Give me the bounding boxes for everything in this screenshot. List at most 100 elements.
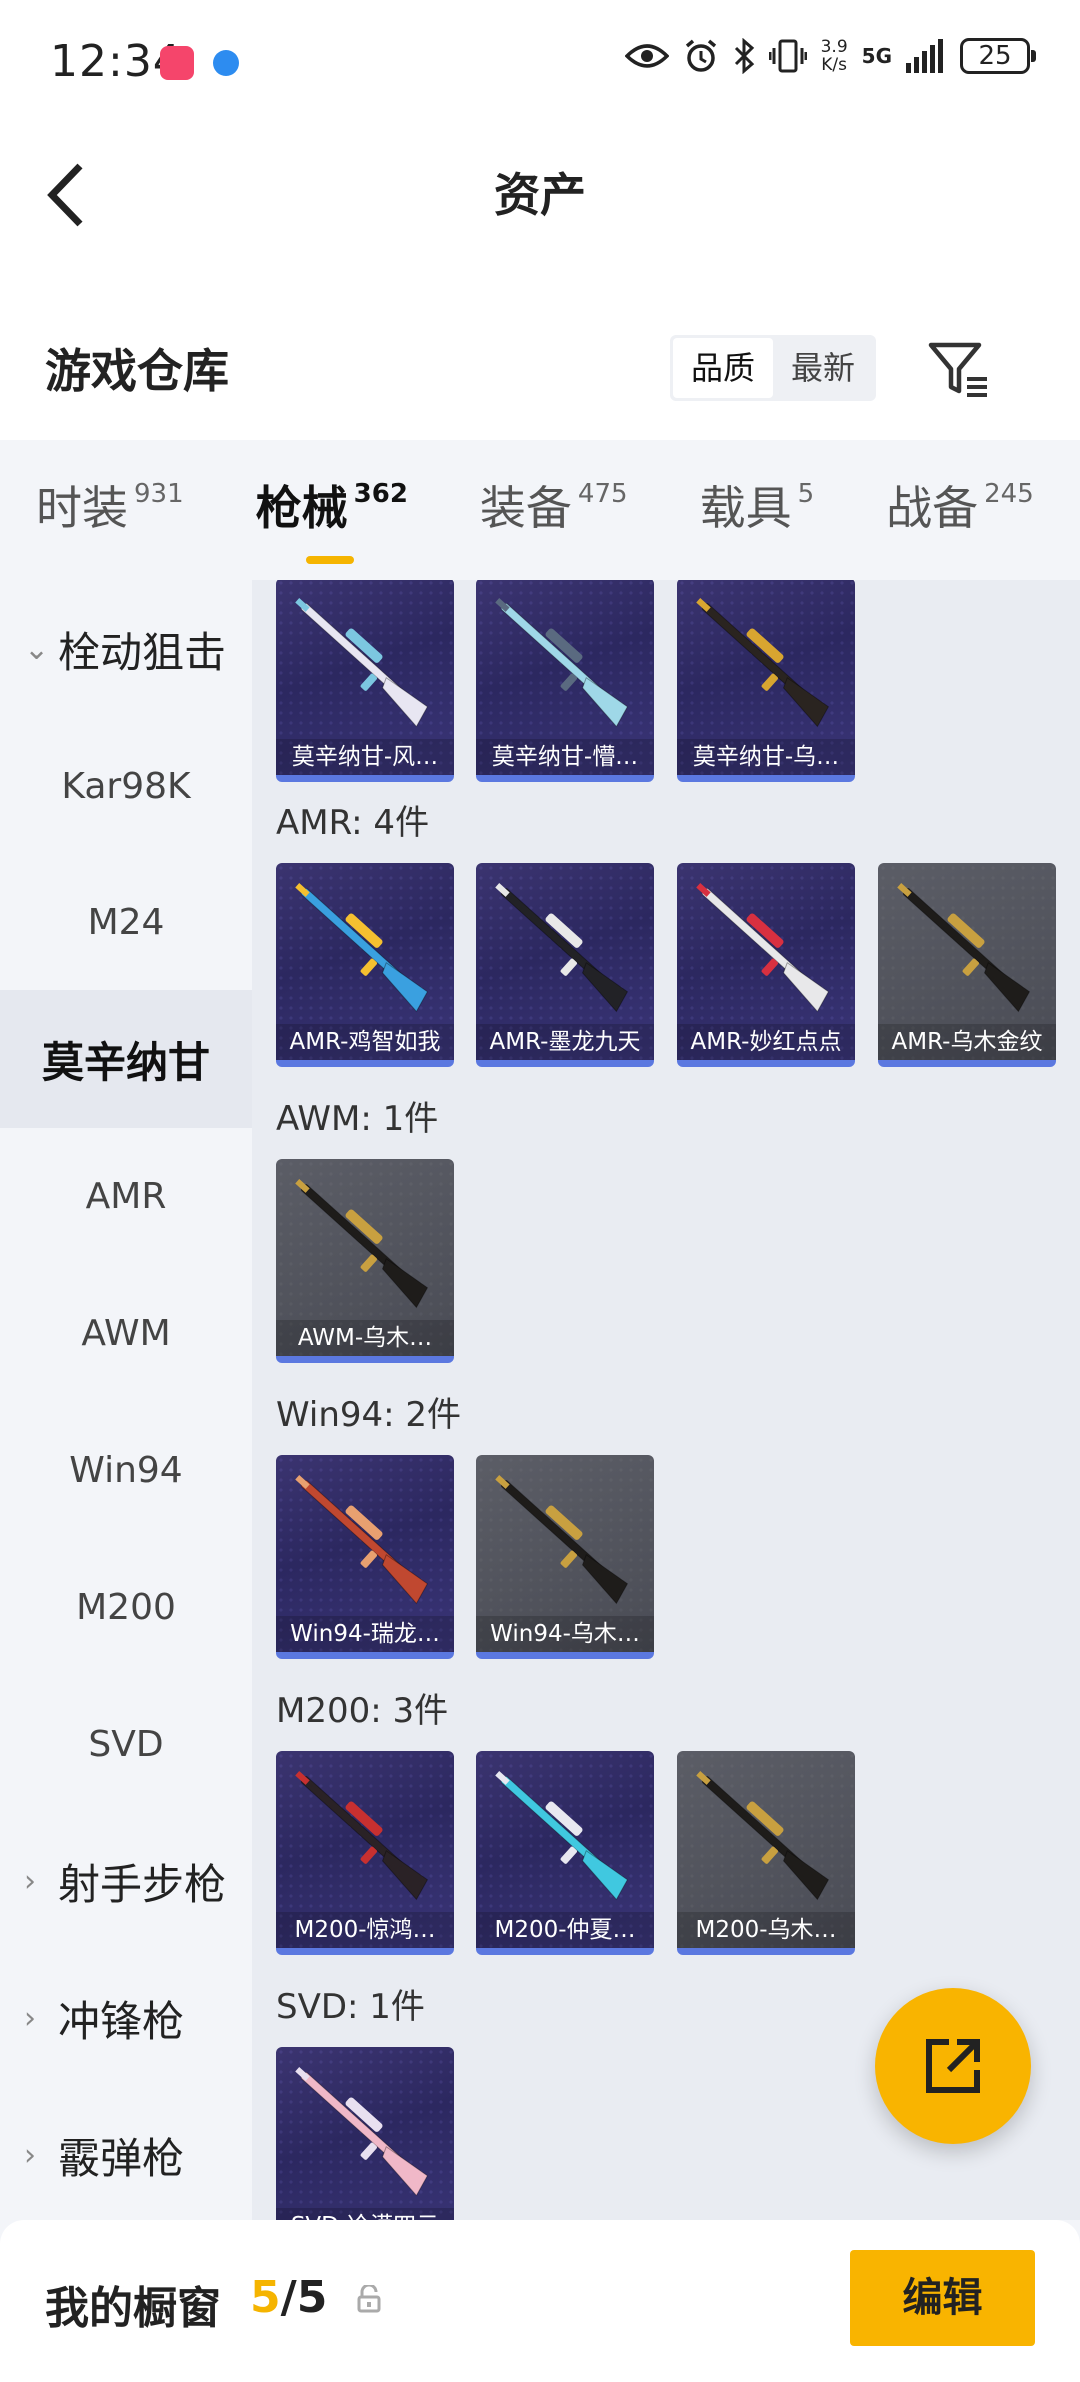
weapon-name: 莫辛纳甘-懵… (476, 739, 654, 775)
weapon-card[interactable]: Win94-乌木… (476, 1455, 654, 1659)
tab-fashion[interactable]: 时装 931 (36, 440, 184, 580)
sidebar-group[interactable]: › 冲锋枪 (0, 1949, 252, 2087)
rifle-icon (696, 1771, 830, 1901)
chevron-down-icon: ⌄ (24, 631, 50, 667)
rifle-icon (495, 598, 629, 728)
net-speed: 3.9 K/s (820, 37, 848, 75)
sidebar-item[interactable]: AWM (0, 1264, 252, 1402)
sidebar-item-label: M24 (87, 901, 165, 943)
weapon-card[interactable]: AMR-乌木金纹 (878, 863, 1056, 1067)
weapon-grid: 莫辛纳甘-风… 莫辛纳甘-懵… 莫辛纳甘-乌… AMR: 4件 AMR-鸡智如我 AMR-… (252, 580, 1080, 2220)
warehouse-header: 游戏仓库 品质 最新 (0, 295, 1080, 440)
sidebar-item-label: M200 (76, 1586, 176, 1628)
weapon-name: 莫辛纳甘-风… (276, 739, 454, 775)
rifle-icon (495, 1771, 629, 1901)
sidebar-item-label: 射手步枪 (58, 1859, 227, 1909)
section-title: AMR: 4件 (276, 803, 430, 843)
page-title: 资产 (494, 168, 586, 222)
rifle-icon (295, 1179, 429, 1309)
weapon-name: AWM-乌木… (276, 1320, 454, 1356)
weapon-card[interactable]: AMR-墨龙九天 (476, 863, 654, 1067)
rifle-icon (295, 1771, 429, 1901)
tab-equipment[interactable]: 装备 475 (480, 440, 628, 580)
tab-guns[interactable]: 枪械 362 (256, 440, 408, 580)
showcase-bar: 我的橱窗 5/5 编辑 (0, 2220, 1080, 2382)
weapon-card[interactable]: AWM-乌木… (276, 1159, 454, 1363)
weapon-card[interactable]: 莫辛纳甘-乌… (677, 580, 855, 782)
weapon-name: M200-惊鸿… (276, 1912, 454, 1948)
showcase-label: 我的橱窗 (45, 2283, 221, 2334)
status-bar: 12:34 3.9 K/s 5G 25 (0, 0, 1080, 125)
weapon-card[interactable]: M200-惊鸿… (276, 1751, 454, 1955)
sidebar-item[interactable]: M200 (0, 1538, 252, 1676)
weapon-name: SVD-冷漠四云 (276, 2208, 454, 2220)
sidebar-item-label: SVD (88, 1723, 164, 1765)
chevron-right-icon: › (24, 2137, 36, 2173)
unlock-icon (357, 2285, 381, 2313)
weapon-card[interactable]: M200-仲夏… (476, 1751, 654, 1955)
section-title: M200: 3件 (276, 1691, 449, 1731)
weapon-name: M200-仲夏… (476, 1912, 654, 1948)
sidebar-item-label: AMR (85, 1175, 167, 1217)
warehouse-title: 游戏仓库 (45, 344, 229, 398)
status-icons: 3.9 K/s 5G 25 (624, 37, 1036, 75)
weapon-name: Win94-乌木… (476, 1616, 654, 1652)
weapon-name: AMR-鸡智如我 (276, 1024, 454, 1060)
sidebar-group[interactable]: › 霰弹枪 (0, 2086, 252, 2224)
sidebar-group[interactable]: ⌄ 栓动狙击 (0, 580, 252, 718)
rifle-icon (495, 883, 629, 1013)
rifle-icon (295, 1475, 429, 1605)
share-button[interactable] (875, 1988, 1031, 2144)
sort-newest-option[interactable]: 最新 (773, 338, 873, 398)
weapon-name: M200-乌木… (677, 1912, 855, 1948)
notification-app-icon (160, 46, 194, 80)
signal-icon (906, 39, 943, 73)
category-tabs: 时装 931 枪械 362 装备 475 载具 5 战备 245 (0, 440, 1080, 580)
sidebar-item-label: 霰弹枪 (58, 2133, 185, 2183)
tab-vehicles[interactable]: 载具 5 (700, 440, 815, 580)
filter-button[interactable] (925, 335, 995, 405)
weapon-name: Win94-瑞龙… (276, 1616, 454, 1652)
weapon-card[interactable]: AMR-妙红点点 (677, 863, 855, 1067)
sidebar-item[interactable]: AMR (0, 1127, 252, 1265)
alarm-icon (685, 39, 716, 72)
rifle-icon (696, 883, 830, 1013)
rifle-icon (295, 883, 429, 1013)
sidebar-item[interactable]: 莫辛纳甘 (0, 990, 252, 1128)
edit-button[interactable]: 编辑 (850, 2250, 1035, 2346)
share-external-icon (926, 2039, 980, 2093)
weapon-card[interactable]: SVD-冷漠四云 (276, 2047, 454, 2220)
weapon-name: AMR-妙红点点 (677, 1024, 855, 1060)
sidebar-item-label: Kar98K (61, 765, 191, 807)
weapon-card[interactable]: 莫辛纳甘-懵… (476, 580, 654, 782)
sidebar-item[interactable]: SVD (0, 1675, 252, 1813)
rifle-icon (696, 598, 830, 728)
rifle-icon (897, 883, 1031, 1013)
sidebar-group[interactable]: › 射手步枪 (0, 1812, 252, 1950)
weapon-card[interactable]: Win94-瑞龙… (276, 1455, 454, 1659)
weapon-card[interactable]: AMR-鸡智如我 (276, 863, 454, 1067)
sidebar-item-label: 栓动狙击 (58, 627, 227, 677)
sidebar-item-label: Win94 (69, 1449, 183, 1491)
sort-toggle: 品质 最新 (670, 335, 876, 401)
sidebar-item[interactable]: Win94 (0, 1401, 252, 1539)
sidebar-item[interactable]: M24 (0, 853, 252, 991)
filter-icon (928, 342, 987, 397)
app-header: 资产 (0, 125, 1080, 295)
tab-supplies[interactable]: 战备 245 (886, 440, 1034, 580)
showcase-count: 5/5 (250, 2272, 328, 2323)
rifle-icon (295, 598, 429, 728)
weapon-card[interactable]: 莫辛纳甘-风… (276, 580, 454, 782)
sort-quality-option[interactable]: 品质 (673, 338, 773, 398)
network-type: 5G (861, 44, 892, 68)
section-title: AWM: 1件 (276, 1099, 439, 1139)
sidebar-item-label: AWM (81, 1312, 171, 1354)
weapon-card[interactable]: M200-乌木… (677, 1751, 855, 1955)
weapon-name: 莫辛纳甘-乌… (677, 739, 855, 775)
sidebar-item[interactable]: Kar98K (0, 717, 252, 855)
rifle-icon (495, 1475, 629, 1605)
chevron-right-icon: › (24, 1863, 36, 1899)
sidebar-item-label: 冲锋枪 (58, 1996, 185, 2046)
weapon-name: AMR-乌木金纹 (878, 1024, 1056, 1060)
eye-icon (624, 44, 669, 68)
